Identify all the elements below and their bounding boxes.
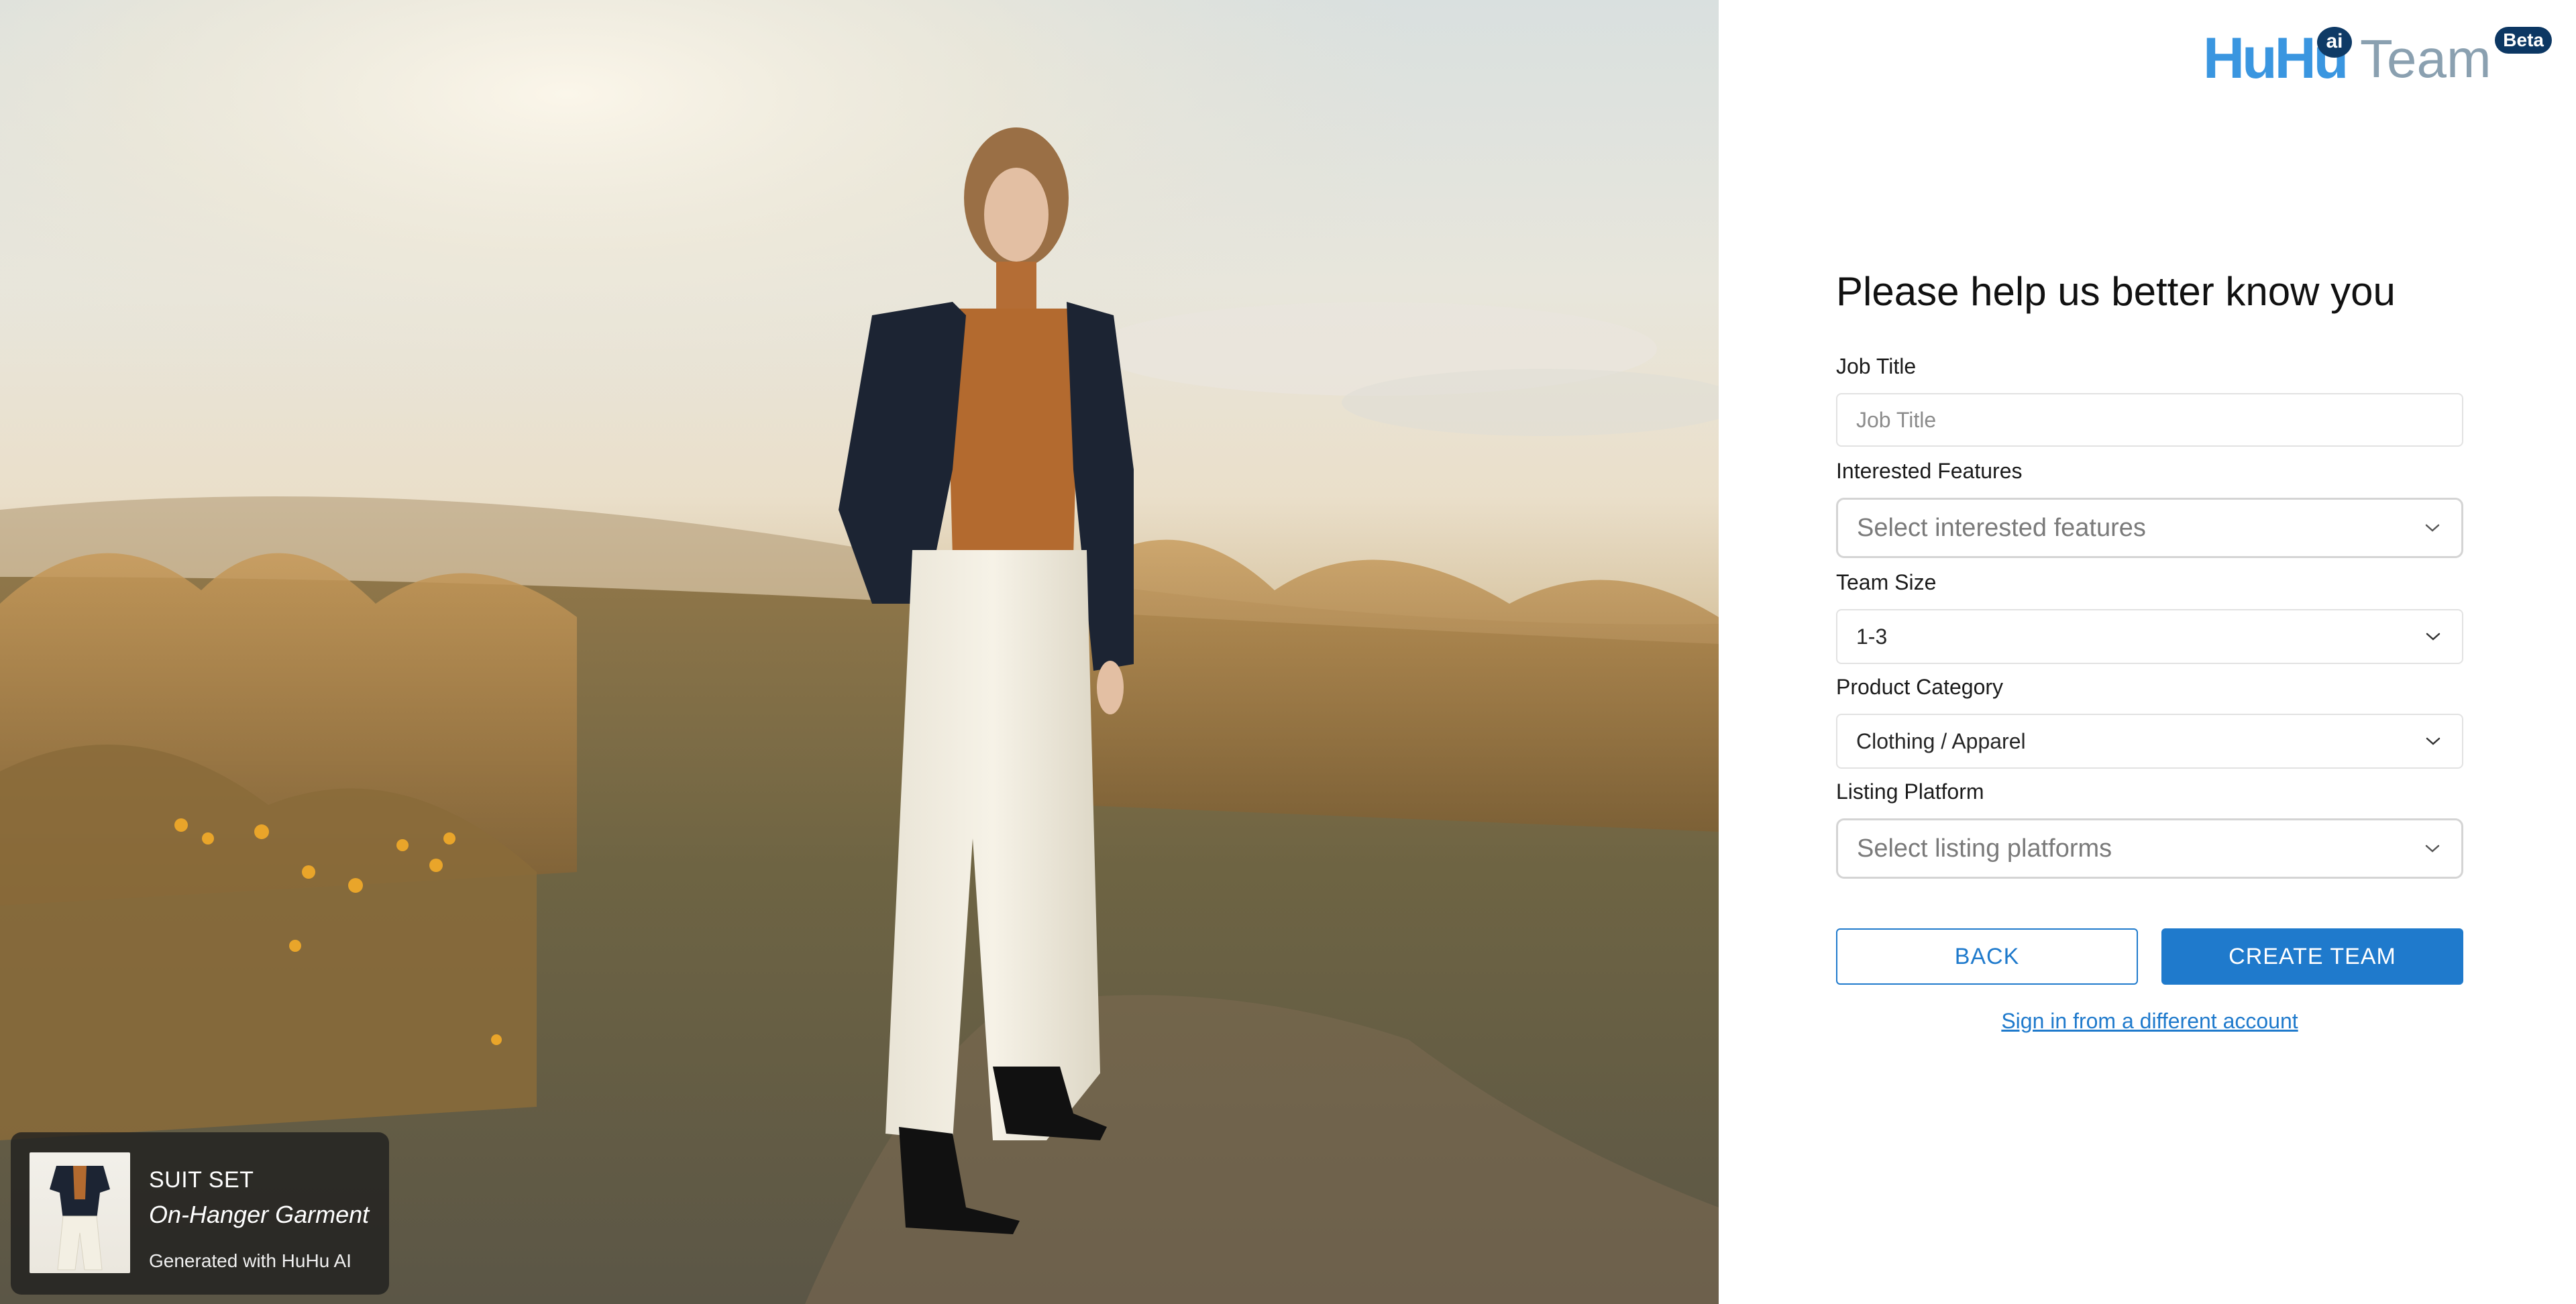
product-category-select[interactable]: Clothing / Apparel bbox=[1836, 714, 2463, 769]
chevron-down-icon bbox=[2423, 627, 2443, 647]
interested-features-label: Interested Features bbox=[1836, 459, 2023, 483]
onboarding-panel: HuHu ai Team Beta Please help us better … bbox=[1719, 0, 2576, 1304]
hero-image: SUIT SET On-Hanger Garment Generated wit… bbox=[0, 0, 1719, 1304]
listing-platform-placeholder: Select listing platforms bbox=[1857, 834, 2112, 863]
product-title: SUIT SET bbox=[149, 1167, 254, 1193]
listing-platform-select[interactable]: Select listing platforms bbox=[1836, 818, 2463, 879]
job-title-label: Job Title bbox=[1836, 354, 1917, 378]
team-size-value: 1-3 bbox=[1856, 624, 1888, 649]
chevron-down-icon bbox=[2423, 731, 2443, 751]
sign-in-different-account-link[interactable]: Sign in from a different account bbox=[1836, 1009, 2463, 1034]
suit-set-icon bbox=[50, 1166, 110, 1270]
product-thumbnail bbox=[30, 1152, 130, 1273]
form-heading: Please help us better know you bbox=[1836, 269, 2396, 314]
team-size-label: Team Size bbox=[1836, 570, 1937, 594]
product-subtitle: On-Hanger Garment bbox=[149, 1201, 370, 1228]
hero-scene bbox=[0, 0, 1719, 1304]
brand-product-name: Team bbox=[2360, 29, 2491, 89]
team-size-select[interactable]: 1-3 bbox=[1836, 609, 2463, 664]
interested-features-select[interactable]: Select interested features bbox=[1836, 498, 2463, 558]
listing-platform-label: Listing Platform bbox=[1836, 779, 1984, 804]
interested-features-placeholder: Select interested features bbox=[1857, 513, 2146, 542]
product-category-label: Product Category bbox=[1836, 675, 2004, 699]
job-title-input[interactable] bbox=[1836, 393, 2463, 447]
beta-badge: Beta bbox=[2495, 27, 2552, 54]
product-credit: Generated with HuHu AI bbox=[149, 1250, 352, 1271]
chevron-down-icon bbox=[2422, 838, 2443, 859]
product-category-value: Clothing / Apparel bbox=[1856, 728, 2026, 753]
ai-badge: ai bbox=[2317, 27, 2352, 58]
create-team-button[interactable]: CREATE TEAM bbox=[2161, 928, 2463, 985]
product-card: SUIT SET On-Hanger Garment Generated wit… bbox=[11, 1132, 389, 1295]
brand-logo: HuHu ai Team Beta bbox=[2203, 27, 2552, 87]
chevron-down-icon bbox=[2422, 518, 2443, 538]
back-button[interactable]: BACK bbox=[1836, 928, 2138, 985]
